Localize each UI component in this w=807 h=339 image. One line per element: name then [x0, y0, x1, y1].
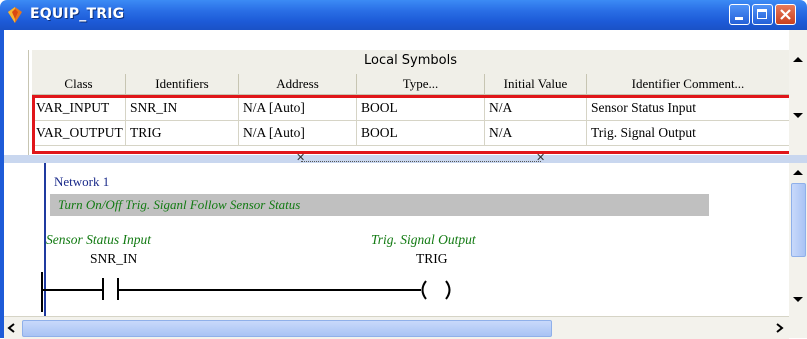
row-gutter — [4, 50, 29, 155]
symbols-vertical-scrollbar[interactable] — [789, 30, 807, 155]
local-symbols-header: Local Symbols — [32, 50, 789, 75]
local-symbols-title: Local Symbols — [363, 53, 458, 68]
column-header-identifier-comment[interactable]: Identifier Comment... — [587, 74, 789, 94]
gem-icon — [8, 7, 22, 23]
column-header-initial-value[interactable]: Initial Value — [485, 74, 587, 94]
close-button[interactable] — [775, 4, 796, 25]
ladder-vertical-scrollbar[interactable] — [789, 163, 807, 316]
scrollbar-thumb[interactable] — [791, 183, 806, 257]
column-header-identifiers[interactable]: Identifiers — [126, 74, 239, 94]
coil-comment: Trig. Signal Output — [371, 232, 476, 247]
window-title: EQUIP_TRIG — [30, 6, 125, 22]
contact-left-plate[interactable] — [102, 278, 104, 300]
scroll-left-icon[interactable] — [6, 322, 18, 334]
rung-wire — [42, 289, 102, 291]
scroll-right-icon[interactable] — [773, 322, 785, 334]
scrollbar-thumb[interactable] — [22, 320, 552, 337]
coil-symbol[interactable] — [414, 278, 458, 302]
splitter-handle[interactable] — [301, 155, 541, 162]
maximize-button[interactable] — [752, 4, 773, 25]
network-comment-bar[interactable]: Turn On/Off Trig. Siganl Follow Sensor S… — [50, 194, 709, 216]
network-comment: Turn On/Off Trig. Siganl Follow Sensor S… — [58, 197, 301, 212]
pane-splitter[interactable]: ✕ ✕ — [4, 151, 807, 164]
network-label: Network 1 — [54, 174, 110, 189]
column-header-address[interactable]: Address — [239, 74, 357, 94]
minimize-button[interactable] — [729, 4, 750, 25]
highlight-box — [32, 95, 796, 154]
contact-comment: Sensor Status Input — [46, 232, 152, 247]
column-header-row: Class Identifiers Address Type... Initia… — [32, 74, 789, 95]
scrollbar-corner — [789, 316, 807, 338]
scroll-up-icon[interactable] — [793, 57, 803, 62]
scroll-up-icon[interactable] — [793, 170, 803, 175]
coil-identifier[interactable]: TRIG — [416, 251, 448, 267]
window-title-bar[interactable]: EQUIP_TRIG — [0, 0, 807, 30]
scroll-down-icon[interactable] — [793, 113, 803, 118]
column-header-class[interactable]: Class — [32, 74, 126, 94]
rung-wire — [119, 289, 421, 291]
left-power-rail — [41, 272, 43, 312]
scroll-down-icon[interactable] — [793, 297, 803, 302]
column-header-type[interactable]: Type... — [357, 74, 485, 94]
close-icon — [780, 9, 791, 20]
horizontal-scrollbar[interactable] — [4, 316, 789, 339]
contact-identifier[interactable]: SNR_IN — [90, 251, 137, 267]
